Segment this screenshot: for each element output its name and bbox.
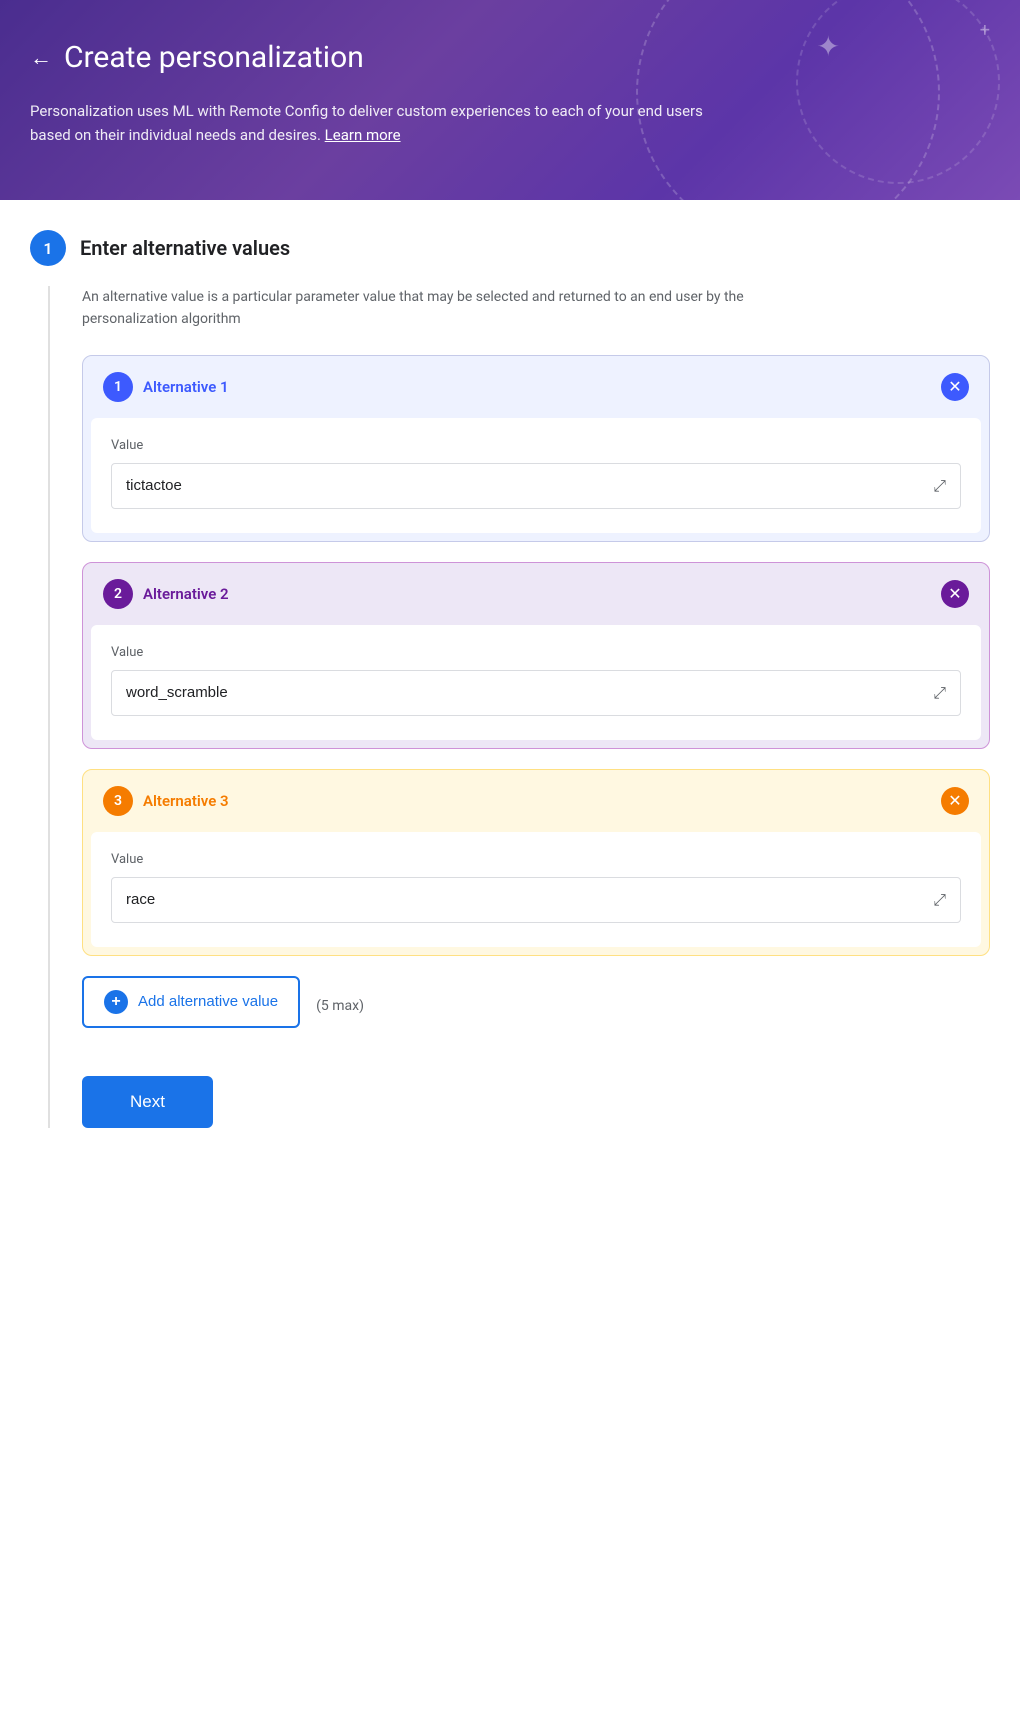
alt-header-left-3: 3 Alternative 3: [103, 786, 229, 816]
alternative-card-2: 2 Alternative 2 ✕ Value ⤢: [82, 562, 990, 749]
max-label: (5 max): [316, 998, 364, 1014]
alt-card-header-3: 3 Alternative 3 ✕: [83, 770, 989, 832]
star-decoration-1: ✦: [817, 30, 840, 63]
back-button[interactable]: ←: [30, 45, 52, 71]
alt-card-body-3: Value ⤢: [91, 832, 981, 947]
header-back-row: ← Create personalization: [30, 40, 990, 75]
alt-badge-2: 2: [103, 579, 133, 609]
value-input-wrapper-1: ⤢: [111, 463, 961, 509]
add-alternative-button[interactable]: + Add alternative value: [82, 976, 300, 1028]
main-content: 1 Enter alternative values An alternativ…: [0, 200, 1020, 1720]
star-decoration-2: +: [980, 20, 990, 41]
alt-badge-3: 3: [103, 786, 133, 816]
page-title: Create personalization: [64, 40, 364, 75]
alternative-card-1: 1 Alternative 1 ✕ Value ⤢: [82, 355, 990, 542]
alt-card-header-1: 1 Alternative 1 ✕: [83, 356, 989, 418]
expand-icon-3[interactable]: ⤢: [933, 890, 946, 910]
add-alt-label: Add alternative value: [138, 993, 278, 1010]
field-label-1: Value: [111, 438, 961, 453]
add-plus-icon: +: [104, 990, 128, 1014]
alt-header-left-2: 2 Alternative 2: [103, 579, 229, 609]
value-input-3[interactable]: [126, 891, 933, 908]
alt-card-body-1: Value ⤢: [91, 418, 981, 533]
header-description: Personalization uses ML with Remote Conf…: [30, 99, 730, 147]
value-input-1[interactable]: [126, 477, 933, 494]
alternative-card-3: 3 Alternative 3 ✕ Value ⤢: [82, 769, 990, 956]
alt-label-2: Alternative 2: [143, 585, 229, 603]
add-alt-row: + Add alternative value (5 max): [82, 976, 990, 1036]
step-badge: 1: [30, 230, 66, 266]
step-title: Enter alternative values: [80, 236, 290, 260]
next-button[interactable]: Next: [82, 1076, 213, 1128]
step-header: 1 Enter alternative values: [30, 230, 990, 266]
value-input-2[interactable]: [126, 684, 933, 701]
step-description: An alternative value is a particular par…: [82, 286, 802, 331]
alt-card-body-2: Value ⤢: [91, 625, 981, 740]
alt-label-1: Alternative 1: [143, 378, 229, 396]
alt-close-button-1[interactable]: ✕: [941, 373, 969, 401]
learn-more-link[interactable]: Learn more: [325, 126, 401, 144]
alt-close-button-3[interactable]: ✕: [941, 787, 969, 815]
alt-card-header-2: 2 Alternative 2 ✕: [83, 563, 989, 625]
value-input-wrapper-2: ⤢: [111, 670, 961, 716]
expand-icon-1[interactable]: ⤢: [933, 476, 946, 496]
alt-badge-1: 1: [103, 372, 133, 402]
value-input-wrapper-3: ⤢: [111, 877, 961, 923]
field-label-3: Value: [111, 852, 961, 867]
step-content: An alternative value is a particular par…: [48, 286, 990, 1128]
expand-icon-2[interactable]: ⤢: [933, 683, 946, 703]
field-label-2: Value: [111, 645, 961, 660]
alt-close-button-2[interactable]: ✕: [941, 580, 969, 608]
page-header: ✦ + ← Create personalization Personaliza…: [0, 0, 1020, 200]
alt-header-left-1: 1 Alternative 1: [103, 372, 229, 402]
alt-label-3: Alternative 3: [143, 792, 229, 810]
